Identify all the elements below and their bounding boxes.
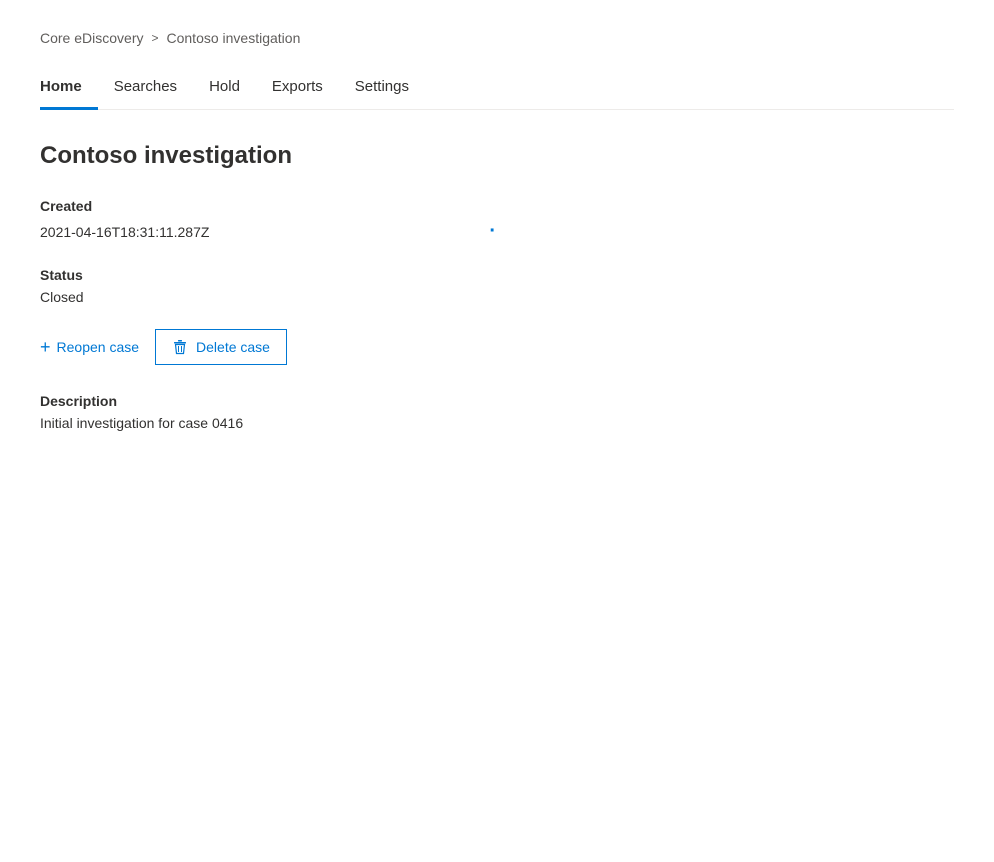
created-section: Created 2021-04-16T18:31:11.287Z · [40,198,954,243]
page-title: Contoso investigation [40,142,954,170]
trash-icon [172,339,188,355]
tab-exports[interactable]: Exports [256,66,339,110]
tab-settings[interactable]: Settings [339,66,425,110]
breadcrumb-parent[interactable]: Core eDiscovery [40,30,143,46]
tab-hold[interactable]: Hold [193,66,256,110]
description-label: Description [40,393,954,409]
breadcrumb-separator: > [151,31,158,45]
breadcrumb: Core eDiscovery > Contoso investigation [40,20,954,46]
status-value: Closed [40,289,954,305]
created-value: 2021-04-16T18:31:11.287Z [40,224,209,240]
actions-row: + Reopen case Delete case [40,329,954,365]
status-dot-indicator: · [489,220,496,243]
tab-home[interactable]: Home [40,66,98,110]
tabs-nav: Home Searches Hold Exports Settings [40,66,954,110]
plus-icon: + [40,338,51,356]
status-label: Status [40,267,954,283]
description-section: Description Initial investigation for ca… [40,393,954,431]
reopen-case-button[interactable]: + Reopen case [40,332,139,362]
delete-case-button[interactable]: Delete case [155,329,287,365]
status-section: Status Closed [40,267,954,305]
created-label: Created [40,198,954,214]
breadcrumb-current: Contoso investigation [167,30,301,46]
delete-case-label: Delete case [196,339,270,355]
reopen-case-label: Reopen case [57,339,140,355]
tab-searches[interactable]: Searches [98,66,193,110]
description-value: Initial investigation for case 0416 [40,415,954,431]
